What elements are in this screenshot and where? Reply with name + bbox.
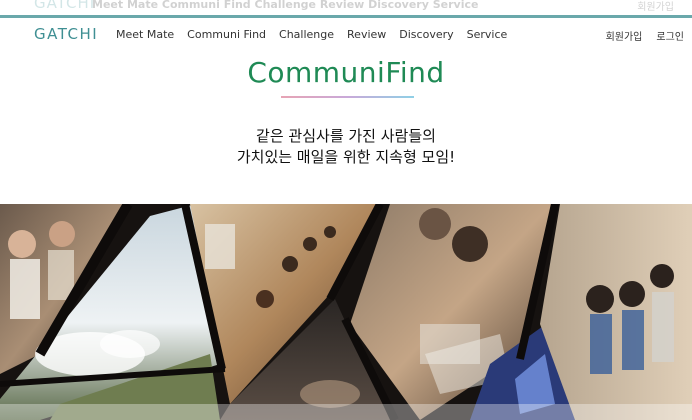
nav-service[interactable]: Service [467, 28, 508, 41]
hero-collage-image [0, 204, 692, 420]
main-nav: Meet Mate Communi Find Challenge Review … [116, 28, 520, 41]
brand-logo[interactable]: GATCHI [34, 25, 98, 43]
title-underline [281, 96, 414, 98]
ghost-auth: 회원가입 [637, 2, 674, 13]
auth-links: 회원가입 로그인 [592, 28, 684, 43]
tagline-line-2: 가치있는 매일을 위한 지속형 모임! [236, 148, 456, 166]
nav-review[interactable]: Review [347, 28, 386, 41]
hero-tagline: 같은 관심사를 가진 사람들의 가치있는 매일을 위한 지속형 모임! [0, 126, 692, 168]
page-title: CommuniFind [247, 56, 445, 89]
signup-link[interactable]: 회원가입 [606, 28, 643, 43]
nav-challenge[interactable]: Challenge [279, 28, 334, 41]
nav-communi-find[interactable]: Communi Find [187, 28, 266, 41]
site-header: GATCHI Meet Mate Communi Find Challenge … [0, 18, 692, 52]
nav-meet-mate[interactable]: Meet Mate [116, 28, 174, 41]
login-link[interactable]: 로그인 [656, 28, 684, 43]
ghost-nav: Meet Mate Communi Find Challenge Review … [92, 0, 479, 11]
ghost-brand: GATCHI [34, 0, 96, 12]
tagline-line-1: 같은 관심사를 가진 사람들의 [256, 127, 436, 145]
ghost-header: GATCHI Meet Mate Communi Find Challenge … [0, 0, 692, 15]
nav-discovery[interactable]: Discovery [399, 28, 453, 41]
